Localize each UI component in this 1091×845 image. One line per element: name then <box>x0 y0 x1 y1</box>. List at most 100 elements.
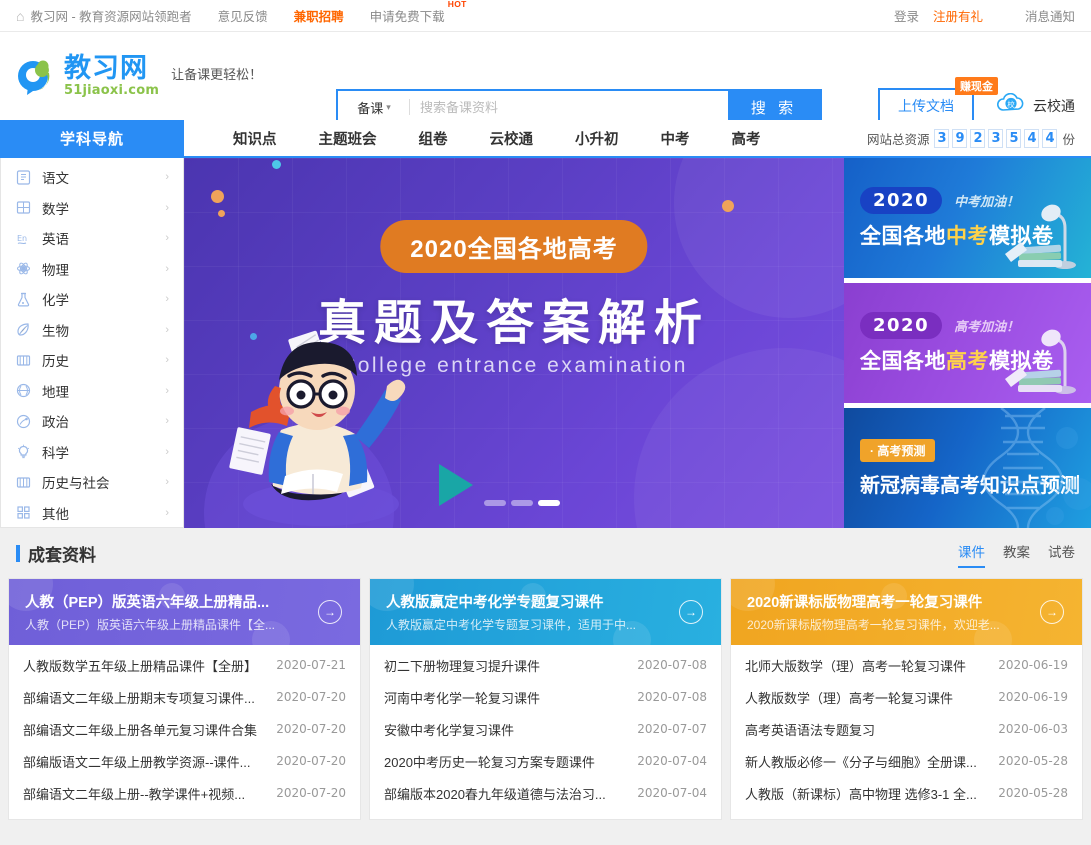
nav-item-knowledge[interactable]: 知识点 <box>212 128 298 149</box>
sidebar-item-english[interactable]: En 英语 › <box>1 223 183 254</box>
recruitment-link[interactable]: 兼职招聘 <box>294 6 344 25</box>
sidebar-item-chemistry[interactable]: 化学 › <box>1 284 183 315</box>
register-link[interactable]: 注册有礼 <box>933 6 983 25</box>
book-icon <box>15 169 32 186</box>
list-item[interactable]: 安徽中考化学复习课件 2020-07-07 <box>384 713 707 745</box>
sidebar-item-math[interactable]: 数学 › <box>1 193 183 224</box>
set-card-header[interactable]: 2020新课标版物理高考一轮复习课件 2020新课标版物理高考一轮复习课件，欢迎… <box>731 579 1082 645</box>
promo-year-badge: 2020 <box>860 311 943 339</box>
main-navbar: 学科导航 知识点 主题班会 组卷 云校通 小升初 中考 高考 网站总资源 3 9… <box>0 120 1091 158</box>
list-item-date: 2020-05-28 <box>998 754 1068 768</box>
set-card: 人教（PEP）版英语六年级上册精品... 人教（PEP）版英语六年级上册精品课件… <box>8 578 361 820</box>
list-item[interactable]: 人教版（新课标）高中物理 选修3-1 全... 2020-05-28 <box>745 777 1068 809</box>
nav-item-paper-builder[interactable]: 组卷 <box>398 128 469 149</box>
logo-cn-label: 教习网 <box>64 52 148 84</box>
sidebar-item-other[interactable]: 其他 › <box>1 498 183 529</box>
nav-item-cloud-school[interactable]: 云校通 <box>469 128 555 149</box>
nav-item-primary-to-middle[interactable]: 小升初 <box>554 128 640 149</box>
search-category-dropdown[interactable]: 备课 ▾ <box>338 91 410 123</box>
promo-card-covid-prediction[interactable]: · 高考预测 新冠病毒高考知识点预测 <box>844 408 1091 528</box>
chevron-right-icon: › <box>165 232 169 245</box>
set-card-title: 人教版赢定中考化学专题复习课件 <box>386 595 604 611</box>
tab-exam-paper[interactable]: 试卷 <box>1048 541 1075 565</box>
list-item[interactable]: 部编版语文二年级上册教学资源--课件... 2020-07-20 <box>23 745 346 777</box>
notifications-link[interactable]: 消息通知 <box>1025 6 1075 25</box>
arrow-right-circle-icon[interactable]: → <box>1040 600 1064 624</box>
sidebar-item-label: 科学 <box>42 445 69 461</box>
set-card-header[interactable]: 人教（PEP）版英语六年级上册精品... 人教（PEP）版英语六年级上册精品课件… <box>9 579 360 645</box>
list-item[interactable]: 河南中考化学一轮复习课件 2020-07-08 <box>384 681 707 713</box>
banner-pill-title: 2020全国各地高考 <box>380 220 648 273</box>
resource-total-label: 网站总资源 <box>866 132 930 147</box>
set-card-header[interactable]: 人教版赢定中考化学专题复习课件 人教版赢定中考化学专题复习课件，适用于中... … <box>370 579 721 645</box>
list-item[interactable]: 北师大版数学（理）高考一轮复习课件 2020-06-19 <box>745 649 1068 681</box>
hero-banner-carousel[interactable]: 2020全国各地高考 真题及答案解析 College entrance exam… <box>184 158 844 528</box>
arrow-right-circle-icon[interactable]: → <box>679 600 703 624</box>
promo-card-gaokao[interactable]: 2020 高考加油！ 全国各地高考模拟卷 <box>844 283 1091 403</box>
sidebar-item-physics[interactable]: 物理 › <box>1 254 183 285</box>
list-item-date: 2020-05-28 <box>998 786 1068 800</box>
site-home-link[interactable]: ⌂ 教习网 - 教育资源网站领跑者 <box>16 6 192 25</box>
nav-item-theme-class[interactable]: 主题班会 <box>298 128 398 149</box>
site-header: 教习网 51jiaoxi.com 让备课更轻松！ 备课 ▾ 搜 索 上传文档 赚… <box>0 32 1091 125</box>
svg-text:校: 校 <box>1007 99 1015 109</box>
list-item[interactable]: 人教版数学五年级上册精品课件【全册】 2020-07-21 <box>23 649 346 681</box>
arrow-right-circle-icon[interactable]: → <box>318 600 342 624</box>
banner-mascot-illustration <box>229 308 409 528</box>
sidebar-item-label: 英语 <box>42 232 69 248</box>
sidebar-item-label: 语文 <box>42 171 69 187</box>
nav-item-zhongkao[interactable]: 中考 <box>640 128 711 149</box>
promo-main-highlight: 中考 <box>946 224 989 248</box>
list-item-title: 人教版（新课标）高中物理 选修3-1 全... <box>745 786 977 802</box>
bulb-icon <box>15 443 32 460</box>
list-item-date: 2020-07-08 <box>637 658 707 672</box>
sidebar-item-chinese[interactable]: 语文 › <box>1 162 183 193</box>
list-item[interactable]: 部编语文二年级上册期末专项复习课件... 2020-07-20 <box>23 681 346 713</box>
sidebar-item-label: 化学 <box>42 293 69 309</box>
search-input[interactable] <box>410 91 728 123</box>
free-download-link[interactable]: 申请免费下载 HOT <box>370 0 467 25</box>
list-item-title: 安徽中考化学复习课件 <box>384 722 515 738</box>
resource-digit: 5 <box>1006 128 1022 148</box>
cloud-school-entry[interactable]: 校 云校通 <box>996 92 1075 120</box>
set-card-title: 人教（PEP）版英语六年级上册精品... <box>25 595 270 611</box>
sidebar-item-politics[interactable]: 政治 › <box>1 406 183 437</box>
list-item[interactable]: 部编语文二年级上册--教学课件+视频... 2020-07-20 <box>23 777 346 809</box>
sets-section-header: 成套资料 课件 教案 试卷 <box>8 528 1083 578</box>
carousel-dot[interactable] <box>484 500 506 506</box>
sidebar-item-geography[interactable]: 地理 › <box>1 376 183 407</box>
list-item-title: 北师大版数学（理）高考一轮复习课件 <box>745 658 967 674</box>
list-item-date: 2020-07-20 <box>276 690 346 704</box>
list-item-date: 2020-07-20 <box>276 722 346 736</box>
sidebar-item-science[interactable]: 科学 › <box>1 437 183 468</box>
logo[interactable]: 教习网 51jiaoxi.com <box>16 52 159 97</box>
upload-document-label: 上传文档 <box>898 98 954 114</box>
carousel-dot-active[interactable] <box>538 500 560 506</box>
nav-item-gaokao[interactable]: 高考 <box>711 128 782 149</box>
list-item[interactable]: 部编版本2020春九年级道德与法治习... 2020-07-04 <box>384 777 707 809</box>
resource-total-unit: 份 <box>1062 132 1075 147</box>
login-link[interactable]: 登录 <box>894 6 919 25</box>
tab-lesson-plan[interactable]: 教案 <box>1003 541 1030 565</box>
list-item[interactable]: 高考英语语法专题复习 2020-06-03 <box>745 713 1068 745</box>
nav-subject-guide[interactable]: 学科导航 <box>0 120 184 156</box>
list-item[interactable]: 初二下册物理复习提升课件 2020-07-08 <box>384 649 707 681</box>
feedback-link[interactable]: 意见反馈 <box>218 6 268 25</box>
promo-card-zhongkao[interactable]: 2020 中考加油！ 全国各地中考模拟卷 <box>844 158 1091 278</box>
list-item[interactable]: 部编语文二年级上册各单元复习课件合集 2020-07-20 <box>23 713 346 745</box>
sidebar-item-history-society[interactable]: 历史与社会 › <box>1 467 183 498</box>
list-item[interactable]: 2020中考历史一轮复习方案专题课件 2020-07-04 <box>384 745 707 777</box>
sidebar-item-history[interactable]: 历史 › <box>1 345 183 376</box>
sidebar-item-biology[interactable]: 生物 › <box>1 315 183 346</box>
play-triangle-icon <box>439 464 473 506</box>
set-card-list: 北师大版数学（理）高考一轮复习课件 2020-06-19 人教版数学（理）高考一… <box>731 645 1082 819</box>
upload-document-button[interactable]: 上传文档 赚现金 <box>878 77 998 124</box>
carousel-dot[interactable] <box>511 500 533 506</box>
list-item[interactable]: 人教版数学（理）高考一轮复习课件 2020-06-19 <box>745 681 1068 713</box>
list-item[interactable]: 新人教版必修一《分子与细胞》全册课... 2020-05-28 <box>745 745 1068 777</box>
list-item-date: 2020-07-21 <box>276 658 346 672</box>
tab-courseware[interactable]: 课件 <box>958 541 985 568</box>
top-utility-bar: ⌂ 教习网 - 教育资源网站领跑者 意见反馈 兼职招聘 申请免费下载 HOT 登… <box>0 0 1091 32</box>
search-button[interactable]: 搜 索 <box>728 91 820 123</box>
sidebar-item-label: 数学 <box>42 201 69 217</box>
